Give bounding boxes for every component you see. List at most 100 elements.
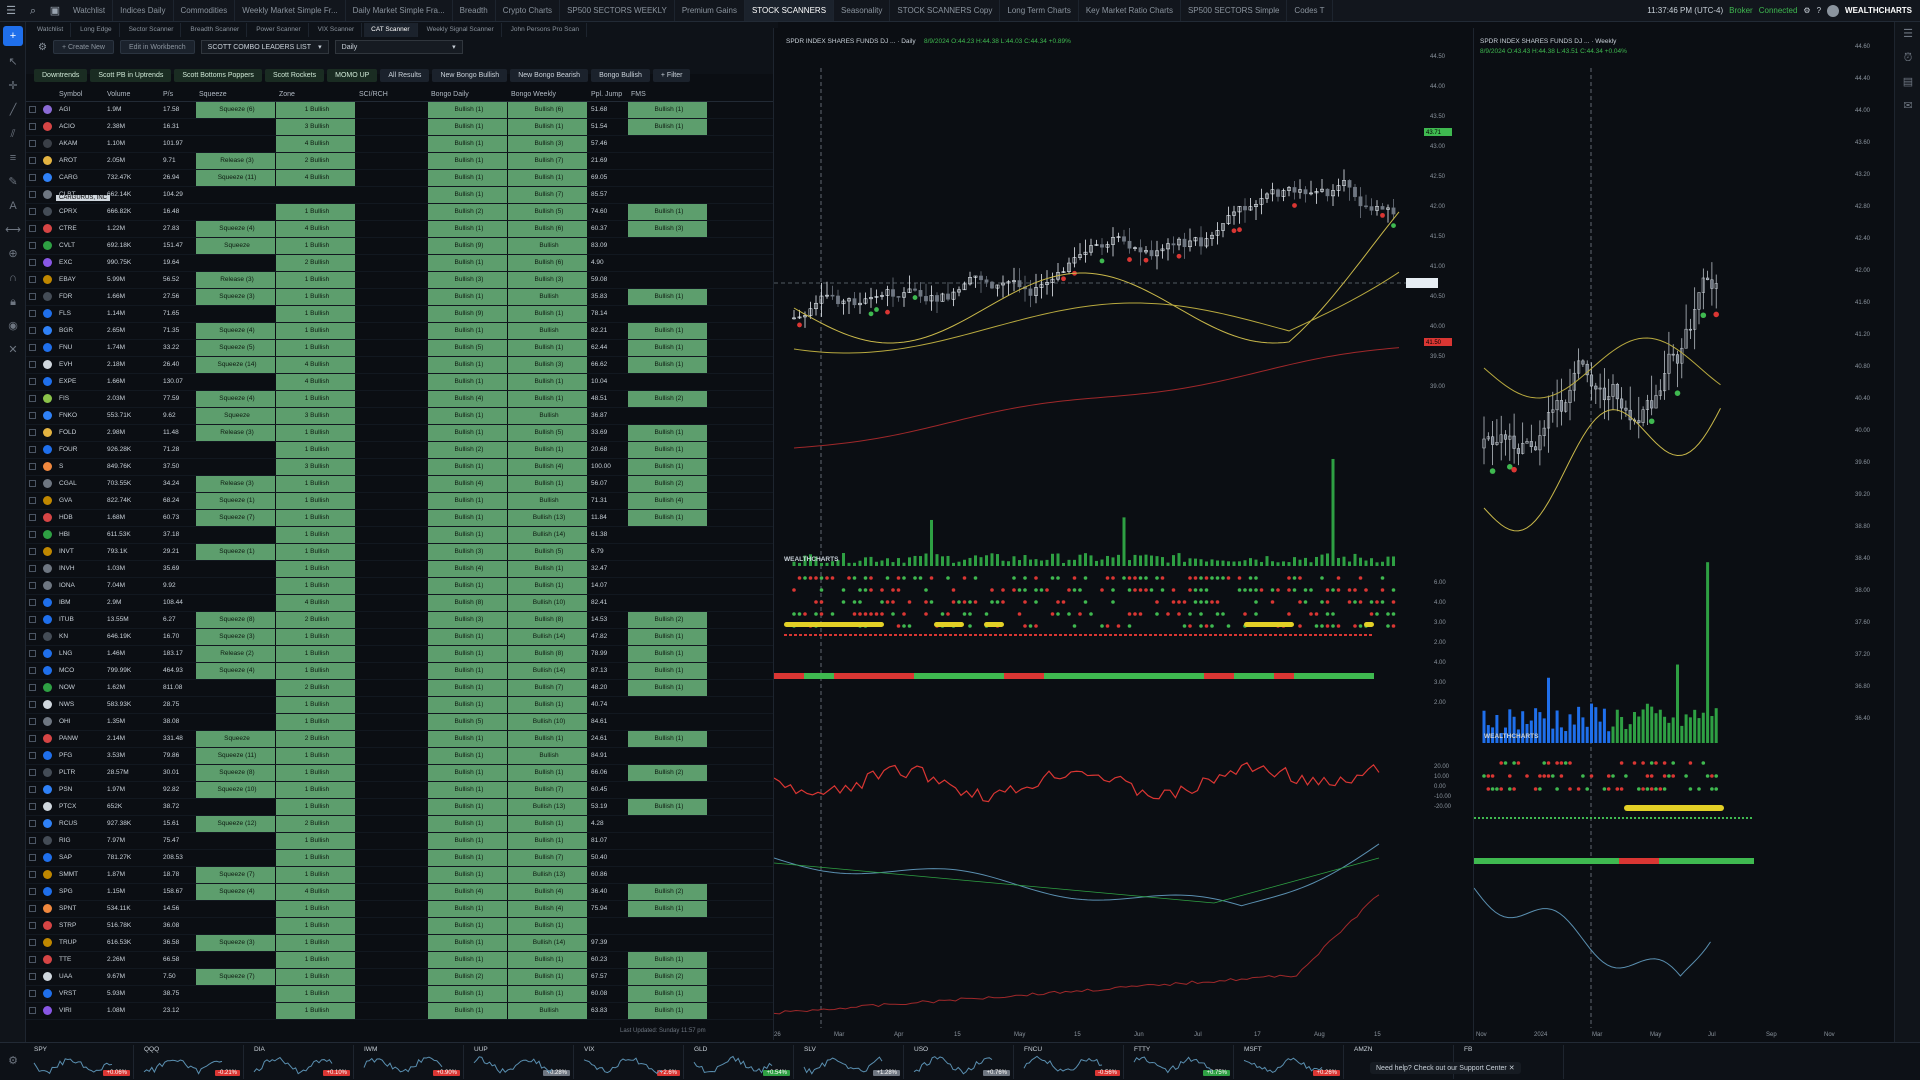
row-checkbox[interactable] bbox=[26, 867, 40, 883]
measure-icon[interactable]: ⟷ bbox=[0, 218, 26, 242]
mini-chart[interactable]: QQQ -0.21% bbox=[140, 1045, 244, 1079]
symbol-cell[interactable]: VIRI bbox=[56, 1003, 104, 1019]
row-checkbox[interactable] bbox=[26, 493, 40, 509]
text-icon[interactable]: A bbox=[0, 194, 26, 218]
table-row[interactable]: PLTR 28.57M 30.01 Squeeze (8) 1 Bullish Bulli… bbox=[26, 765, 778, 782]
row-checkbox[interactable] bbox=[26, 119, 40, 135]
table-row[interactable]: NWS 583.93K 28.75 1 Bullish Bullish (1) Bulli… bbox=[26, 697, 778, 714]
symbol-cell[interactable]: BGR bbox=[56, 323, 104, 339]
symbol-cell[interactable]: PSN bbox=[56, 782, 104, 798]
mini-chart[interactable]: VIX +2.6% bbox=[580, 1045, 684, 1079]
symbol-cell[interactable]: EVH bbox=[56, 357, 104, 373]
symbol-cell[interactable]: PFG bbox=[56, 748, 104, 764]
symbol-cell[interactable]: PLTR bbox=[56, 765, 104, 781]
row-checkbox[interactable] bbox=[26, 748, 40, 764]
table-row[interactable]: BGR 2.65M 71.35 Squeeze (4) 1 Bullish Bullish… bbox=[26, 323, 778, 340]
table-row[interactable]: STRP 516.78K 36.08 1 Bullish Bullish (1) Bull… bbox=[26, 918, 778, 935]
row-checkbox[interactable] bbox=[26, 816, 40, 832]
symbol-cell[interactable]: AROT bbox=[56, 153, 104, 169]
table-row[interactable]: CLBT662.14K104.29Bullish (1)Bullish (7)8… bbox=[26, 187, 778, 204]
subtab-0[interactable]: Watchlist bbox=[30, 23, 72, 37]
symbol-cell[interactable]: FOUR bbox=[56, 442, 104, 458]
table-row[interactable]: INVH 1.03M 35.69 1 Bullish Bullish (4) Bullis… bbox=[26, 561, 778, 578]
table-row[interactable]: EBAY 5.99M 56.52 Release (3) 1 Bullish Bullis… bbox=[26, 272, 778, 289]
alert-icon[interactable]: ⏰︎ bbox=[1895, 46, 1920, 70]
subtab-3[interactable]: Breadth Scanner bbox=[183, 23, 248, 37]
symbol-cell[interactable]: CGAL bbox=[56, 476, 104, 492]
row-checkbox[interactable] bbox=[26, 986, 40, 1002]
row-checkbox[interactable] bbox=[26, 969, 40, 985]
table-row[interactable]: CTRE 1.22M 27.83 Squeeze (4) 4 Bullish Bullis… bbox=[26, 221, 778, 238]
table-row[interactable]: CPRX 666.82K 16.48 1 Bullish Bullish (2) Bull… bbox=[26, 204, 778, 221]
filter-chip-3[interactable]: Scott Rockets bbox=[264, 68, 325, 82]
mini-chart[interactable]: USO +0.76% bbox=[910, 1045, 1014, 1079]
column-header[interactable]: Volume bbox=[104, 88, 160, 101]
tab-14[interactable]: SP500 SECTORS Simple bbox=[1181, 0, 1288, 21]
symbol-cell[interactable]: PTCX bbox=[56, 799, 104, 815]
row-checkbox[interactable] bbox=[26, 850, 40, 866]
symbol-cell[interactable]: IBM bbox=[56, 595, 104, 611]
table-row[interactable]: UAA 9.67M 7.50 Squeeze (7) 1 Bullish Bullish … bbox=[26, 969, 778, 986]
table-row[interactable]: EXPE 1.66M 130.07 4 Bullish Bullish (1) Bulli… bbox=[26, 374, 778, 391]
symbol-cell[interactable]: FNU bbox=[56, 340, 104, 356]
layout-icon[interactable]: ▣ bbox=[44, 0, 66, 21]
tab-13[interactable]: Key Market Ratio Charts bbox=[1079, 0, 1181, 21]
row-checkbox[interactable] bbox=[26, 170, 40, 186]
tab-9[interactable]: STOCK SCANNERS bbox=[744, 0, 835, 21]
trash-icon[interactable]: ✕ bbox=[0, 338, 26, 362]
symbol-cell[interactable]: TRUP bbox=[56, 935, 104, 951]
close-icon[interactable]: ✕ bbox=[1509, 1065, 1515, 1072]
lock-icon[interactable]: 🔒︎ bbox=[0, 290, 26, 314]
watchlist-select[interactable]: SCOTT COMBO LEADERS LIST ▾ bbox=[200, 40, 329, 54]
column-header[interactable]: FMS bbox=[628, 88, 708, 101]
fib-icon[interactable]: ≡ bbox=[0, 146, 26, 170]
symbol-cell[interactable]: KN bbox=[56, 629, 104, 645]
tab-7[interactable]: SP500 SECTORS WEEKLY bbox=[560, 0, 675, 21]
row-checkbox[interactable] bbox=[26, 204, 40, 220]
symbol-cell[interactable]: PANW bbox=[56, 731, 104, 747]
weekly-chart[interactable]: 44.60 44.40 44.00 43.60 43.20 42.80 42.40 42.00… bbox=[1473, 28, 1895, 1040]
cursor-icon[interactable]: ↖ bbox=[0, 50, 26, 74]
table-row[interactable]: IBM 2.9M 108.44 4 Bullish Bullish (8) Bullish… bbox=[26, 595, 778, 612]
table-row[interactable]: HBI 611.53K 37.18 1 Bullish Bullish (1) Bulli… bbox=[26, 527, 778, 544]
tab-3[interactable]: Weekly Market Simple Fr... bbox=[235, 0, 346, 21]
tab-12[interactable]: Long Term Charts bbox=[1000, 0, 1079, 21]
row-checkbox[interactable] bbox=[26, 782, 40, 798]
subtab-7[interactable]: Weekly Signal Scanner bbox=[420, 23, 502, 37]
tab-6[interactable]: Crypto Charts bbox=[496, 0, 561, 21]
row-checkbox[interactable] bbox=[26, 935, 40, 951]
row-checkbox[interactable] bbox=[26, 510, 40, 526]
symbol-cell[interactable]: INVT bbox=[56, 544, 104, 560]
filter-chip-2[interactable]: Scott Bottoms Poppers bbox=[174, 68, 262, 82]
row-checkbox[interactable] bbox=[26, 952, 40, 968]
row-checkbox[interactable] bbox=[26, 1003, 40, 1019]
table-row[interactable]: SPNT 534.11K 14.56 1 Bullish Bullish (1) Bull… bbox=[26, 901, 778, 918]
symbol-cell[interactable]: FLS bbox=[56, 306, 104, 322]
table-row[interactable]: EVH 2.18M 26.40 Squeeze (14) 4 Bullish Bullis… bbox=[26, 357, 778, 374]
magnet-icon[interactable]: ∩ bbox=[0, 266, 26, 290]
broker-label[interactable]: Broker bbox=[1729, 6, 1753, 15]
tab-8[interactable]: Premium Gains bbox=[675, 0, 745, 21]
subtab-6[interactable]: CAT Scanner bbox=[364, 23, 418, 37]
table-row[interactable]: CGAL 703.55K 34.24 Release (3) 1 Bullish Bull… bbox=[26, 476, 778, 493]
trendline-icon[interactable]: ╱ bbox=[0, 98, 26, 122]
subtab-2[interactable]: Sector Scanner bbox=[122, 23, 182, 37]
table-row[interactable]: AROT 2.05M 9.71 Release (3) 2 Bullish Bullish… bbox=[26, 153, 778, 170]
tab-11[interactable]: STOCK SCANNERS Copy bbox=[890, 0, 1001, 21]
table-row[interactable]: INVT 793.1K 29.21 Squeeze (1) 1 Bullish Bulli… bbox=[26, 544, 778, 561]
table-row[interactable]: HDB 1.68M 60.73 Squeeze (7) 1 Bullish Bullish… bbox=[26, 510, 778, 527]
row-checkbox[interactable] bbox=[26, 221, 40, 237]
symbol-cell[interactable]: SPG bbox=[56, 884, 104, 900]
symbol-cell[interactable]: INVH bbox=[56, 561, 104, 577]
add-icon[interactable]: + bbox=[3, 26, 23, 46]
search-icon[interactable]: ⌕ bbox=[22, 0, 44, 21]
row-checkbox[interactable] bbox=[26, 680, 40, 696]
symbol-cell[interactable]: TTE bbox=[56, 952, 104, 968]
symbol-cell[interactable]: OHI bbox=[56, 714, 104, 730]
chat-icon[interactable]: ✉ bbox=[1895, 94, 1920, 118]
filter-chip-9[interactable]: + Filter bbox=[652, 68, 691, 82]
subtab-4[interactable]: Power Scanner bbox=[249, 23, 309, 37]
help-icon[interactable]: ? bbox=[1817, 6, 1821, 15]
table-row[interactable]: FOUR 926.28K 71.28 1 Bullish Bullish (2) Bull… bbox=[26, 442, 778, 459]
column-header[interactable]: Symbol bbox=[56, 88, 104, 101]
